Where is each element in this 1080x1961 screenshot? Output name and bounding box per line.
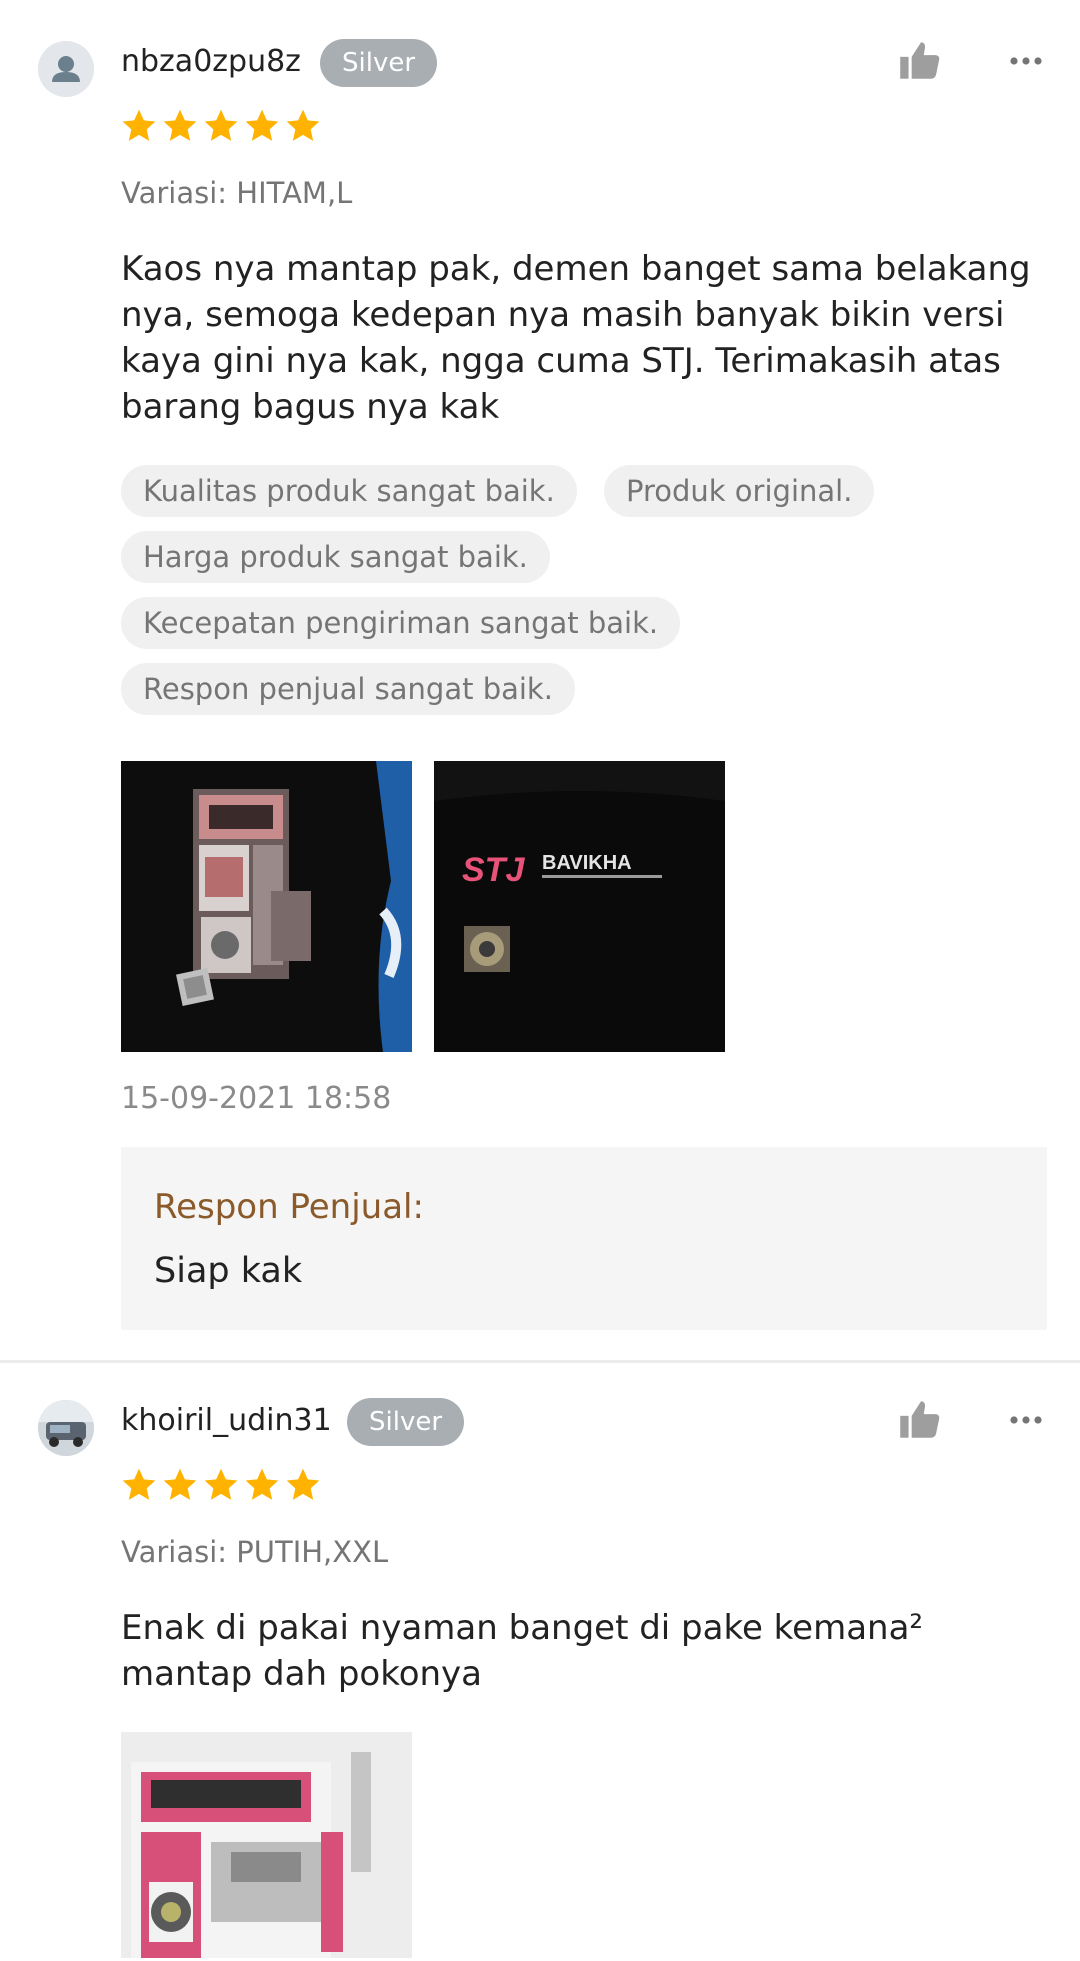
review-timestamp: 15-09-2021 18:58 bbox=[121, 1081, 392, 1116]
star-icon bbox=[163, 109, 197, 141]
user-silhouette-icon bbox=[38, 41, 94, 97]
star-icon bbox=[245, 109, 279, 141]
review-comment: Enak di pakai nyaman banget di pake kema… bbox=[121, 1608, 924, 1694]
star-icon bbox=[122, 109, 156, 141]
thumbs-up-icon bbox=[900, 1401, 940, 1438]
avatar[interactable] bbox=[38, 1400, 94, 1456]
review-tag: Harga produk sangat baik. bbox=[121, 531, 550, 583]
review-photo[interactable]: STJ BAVIKHA bbox=[434, 761, 725, 1052]
star-rating bbox=[119, 1465, 323, 1505]
avatar[interactable] bbox=[38, 41, 94, 97]
username[interactable]: khoiril_udin31 bbox=[121, 1401, 332, 1441]
more-horizontal-icon bbox=[1010, 57, 1042, 65]
variant-label: Variasi: PUTIH,XXL bbox=[121, 1535, 389, 1569]
black-tshirt-logo-photo: STJ BAVIKHA bbox=[434, 761, 725, 1052]
member-badge: Silver bbox=[320, 39, 438, 87]
black-tshirt-photo bbox=[121, 761, 412, 1052]
review-tag: Produk original. bbox=[604, 465, 875, 517]
username[interactable]: nbza0zpu8z bbox=[121, 42, 301, 82]
variant-label: Variasi: HITAM,L bbox=[121, 176, 353, 210]
white-tshirt-photo bbox=[121, 1732, 412, 1958]
seller-response-text: Siap kak bbox=[154, 1251, 303, 1291]
review-comment: Kaos nya mantap pak, demen banget sama b… bbox=[121, 249, 1031, 427]
review-card: khoiril_udin31 Silver Variasi: PUTIH,XXL… bbox=[0, 1363, 1080, 1958]
review-tag: Kecepatan pengiriman sangat baik. bbox=[121, 597, 681, 649]
star-rating bbox=[119, 106, 323, 146]
star-icon bbox=[286, 1468, 320, 1500]
star-icon bbox=[204, 109, 238, 141]
more-horizontal-icon bbox=[1010, 1416, 1042, 1424]
member-badge: Silver bbox=[347, 1398, 465, 1446]
review-photo[interactable] bbox=[121, 761, 412, 1052]
user-photo-avatar bbox=[38, 1400, 94, 1456]
star-icon bbox=[286, 109, 320, 141]
review-card: nbza0zpu8z Silver Variasi: HITAM,L Kaos … bbox=[0, 0, 1080, 1363]
more-options-button[interactable] bbox=[1004, 1405, 1048, 1435]
svg-text:BAVIKHA: BAVIKHA bbox=[542, 852, 632, 874]
seller-response: Respon Penjual: Siap kak bbox=[121, 1147, 1047, 1330]
like-button[interactable] bbox=[895, 1395, 945, 1445]
review-tag: Respon penjual sangat baik. bbox=[121, 663, 575, 715]
like-button[interactable] bbox=[895, 36, 945, 86]
star-icon bbox=[204, 1468, 238, 1500]
star-icon bbox=[122, 1468, 156, 1500]
star-icon bbox=[245, 1468, 279, 1500]
star-icon bbox=[163, 1468, 197, 1500]
review-photo[interactable] bbox=[121, 1732, 412, 1958]
review-tag: Kualitas produk sangat baik. bbox=[121, 465, 577, 517]
thumbs-up-icon bbox=[900, 42, 940, 79]
more-options-button[interactable] bbox=[1004, 46, 1048, 76]
svg-text:STJ: STJ bbox=[462, 851, 525, 889]
seller-response-title: Respon Penjual: bbox=[154, 1187, 424, 1227]
